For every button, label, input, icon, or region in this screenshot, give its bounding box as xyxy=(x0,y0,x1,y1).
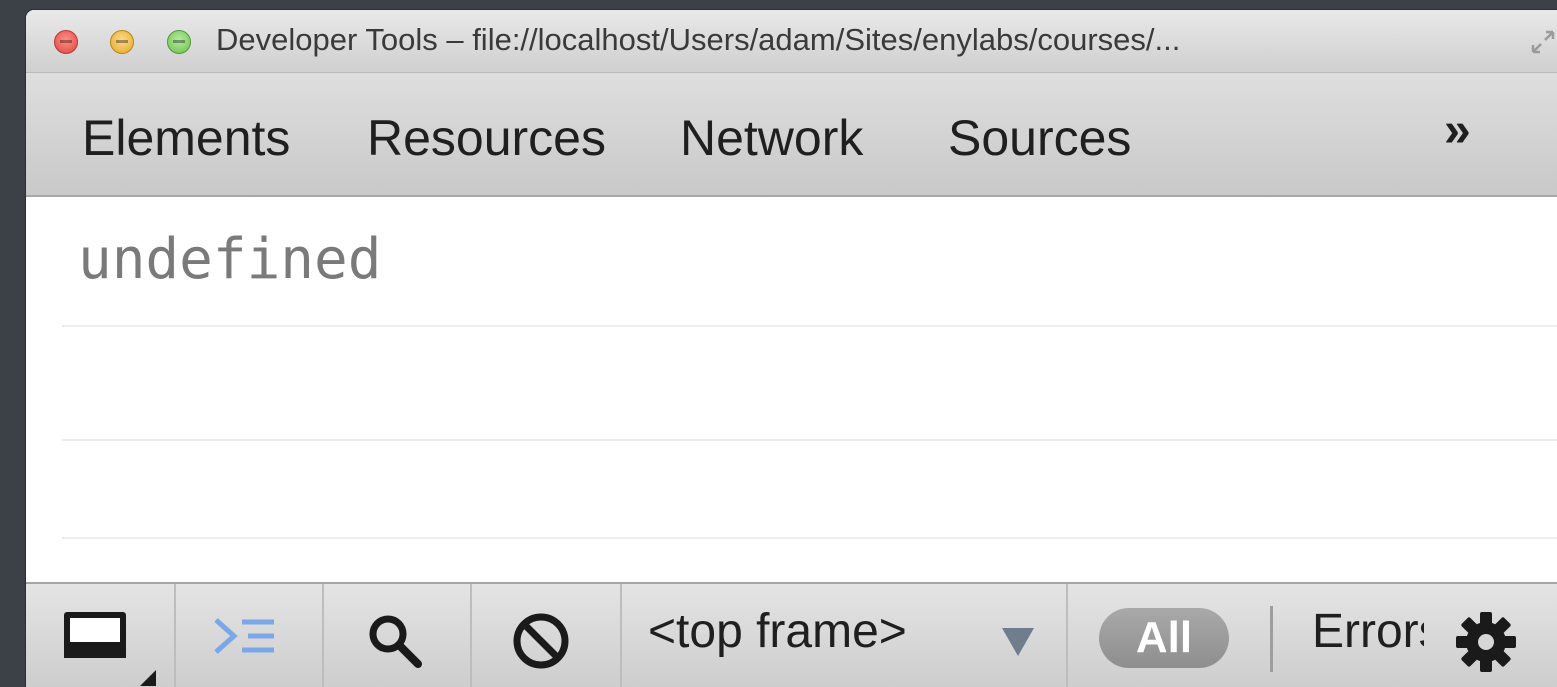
toolbar-divider xyxy=(322,584,324,687)
toolbar-divider xyxy=(1066,584,1068,687)
fullscreen-icon[interactable] xyxy=(1529,28,1557,56)
frame-selector[interactable]: <top frame> xyxy=(648,604,907,659)
filter-divider xyxy=(1270,606,1273,672)
tab-elements[interactable]: Elements xyxy=(82,109,290,167)
console-result: undefined xyxy=(78,227,382,292)
zoom-icon xyxy=(173,40,185,43)
search-icon[interactable] xyxy=(364,610,426,672)
close-icon xyxy=(60,40,72,43)
bottom-toolbar: <top frame> All Errors xyxy=(26,582,1557,687)
console-divider xyxy=(62,537,1557,539)
dock-corner-indicator xyxy=(140,670,156,686)
dock-button[interactable] xyxy=(64,612,134,668)
tab-network[interactable]: Network xyxy=(680,109,863,167)
panel-tabs: Elements Resources Network Sources » xyxy=(26,73,1557,197)
chevron-down-icon[interactable] xyxy=(1002,628,1034,656)
toolbar-divider xyxy=(620,584,622,687)
console-output[interactable]: undefined xyxy=(26,197,1557,582)
tab-resources[interactable]: Resources xyxy=(367,109,606,167)
zoom-window-button[interactable] xyxy=(167,30,191,54)
window-title: Developer Tools – file://localhost/Users… xyxy=(216,22,1181,57)
toolbar-divider xyxy=(470,584,472,687)
minimize-window-button[interactable] xyxy=(110,30,134,54)
minimize-icon xyxy=(116,40,128,43)
dock-bar xyxy=(64,642,126,658)
filter-all-button[interactable]: All xyxy=(1099,608,1229,668)
tab-sources[interactable]: Sources xyxy=(948,109,1131,167)
filter-errors-button[interactable]: Errors xyxy=(1312,604,1424,659)
show-console-icon[interactable] xyxy=(210,606,280,666)
close-window-button[interactable] xyxy=(54,30,78,54)
console-divider xyxy=(62,325,1557,327)
gear-icon[interactable] xyxy=(1454,610,1518,674)
console-divider xyxy=(62,439,1557,441)
devtools-window: Developer Tools – file://localhost/Users… xyxy=(26,10,1557,687)
clear-console-icon[interactable] xyxy=(510,610,572,672)
toolbar-divider xyxy=(174,584,176,687)
title-bar: Developer Tools – file://localhost/Users… xyxy=(26,10,1557,73)
more-tabs-button[interactable]: » xyxy=(1444,103,1471,158)
